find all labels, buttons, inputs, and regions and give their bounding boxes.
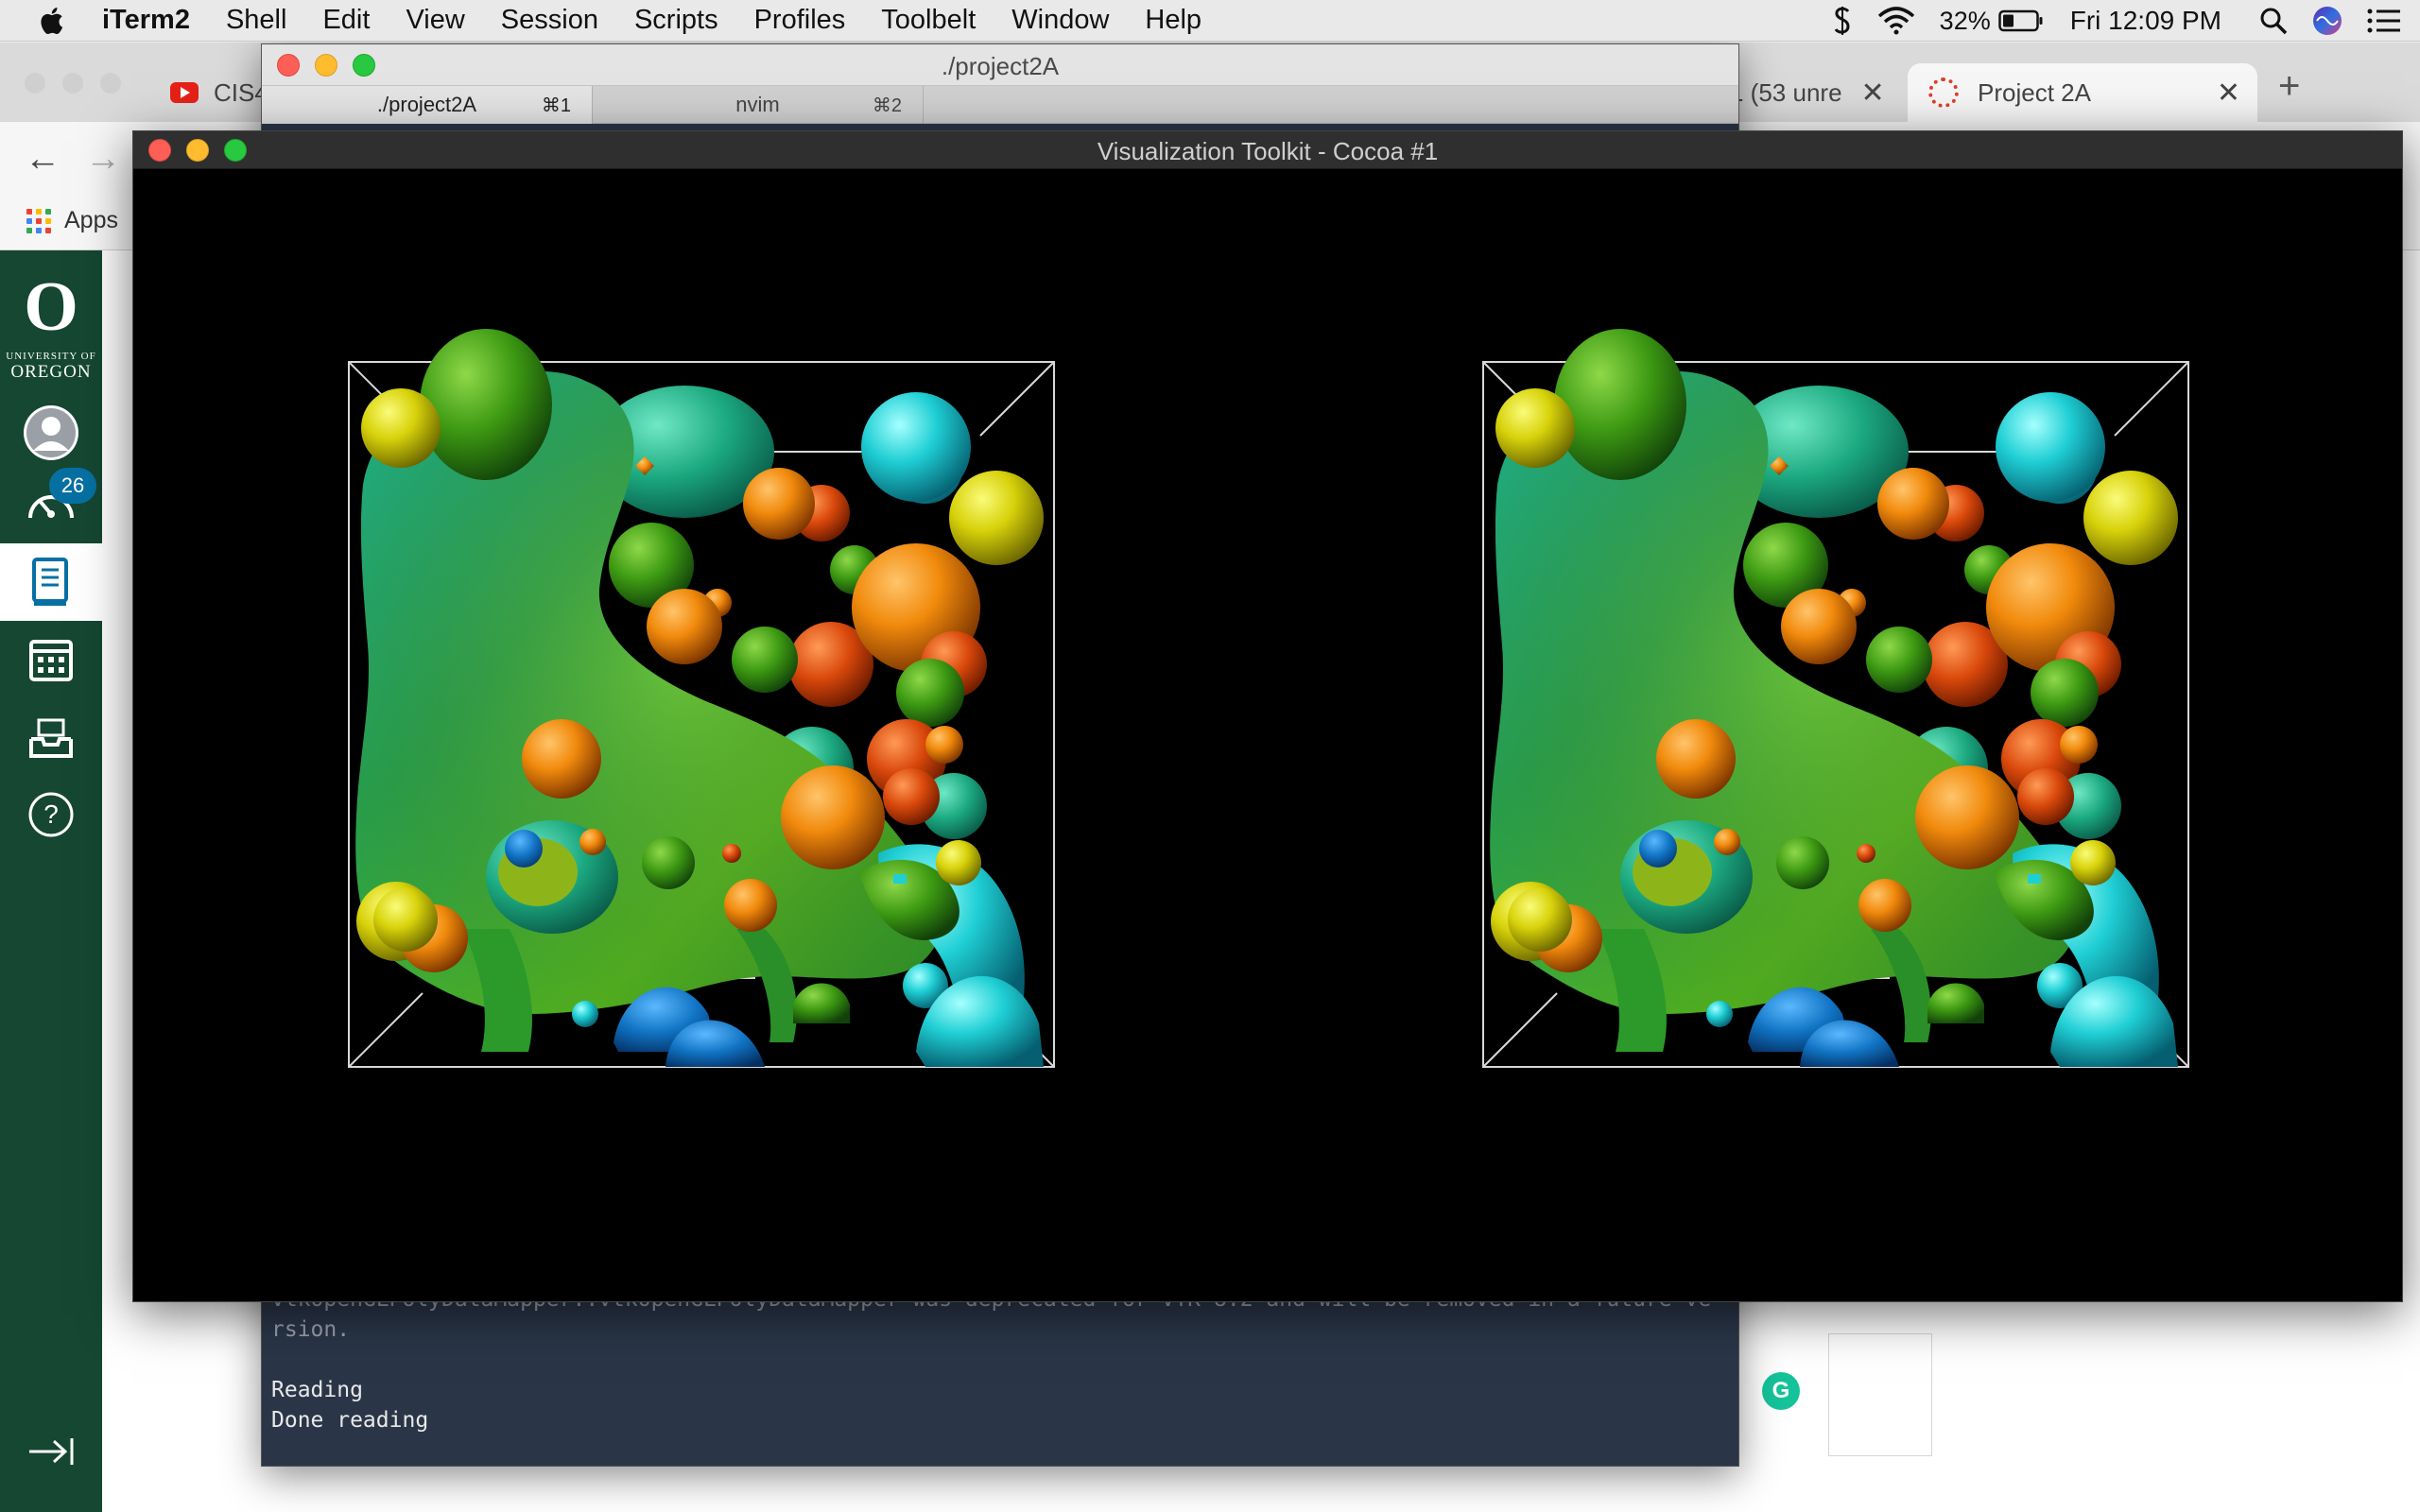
courses-book-icon <box>32 558 68 606</box>
tab-shortcut: ⌘2 <box>872 94 902 116</box>
canvas-logo-icon <box>1928 77 1959 108</box>
menu-scripts[interactable]: Scripts <box>634 5 718 36</box>
spotlight-icon[interactable] <box>2259 7 2288 35</box>
battery-icon[interactable] <box>1997 9 2044 32</box>
macos-menu-bar: iTerm2 Shell Edit View Session Scripts P… <box>0 0 2420 42</box>
apps-bookmark[interactable]: Apps <box>26 207 118 234</box>
editor-panel <box>1828 1333 1932 1456</box>
apps-bookmark-label: Apps <box>64 207 118 233</box>
youtube-icon <box>170 82 199 103</box>
vtk-window-title: Visualization Toolkit - Cocoa #1 <box>1097 137 1439 165</box>
nav-collapse[interactable] <box>0 1413 102 1490</box>
back-button[interactable]: ← <box>25 139 60 180</box>
forward-button[interactable]: → <box>85 139 121 180</box>
iterm-window-title: ./project2A <box>941 52 1060 80</box>
avatar-icon <box>24 405 78 460</box>
close-tab-icon[interactable]: ✕ <box>2217 77 2240 110</box>
university-of-oregon-logo[interactable]: O UNIVERSITY OF OREGON <box>0 269 102 383</box>
notification-center-icon[interactable] <box>2367 8 2401 34</box>
iterm-tab-nvim[interactable]: nvim ⌘2 <box>593 86 924 124</box>
browser-tab-title: Project 2A <box>1978 77 2091 107</box>
vtk-render-window: Visualization Toolkit - Cocoa #1 <box>132 130 2403 1302</box>
menu-app-name[interactable]: iTerm2 <box>102 5 190 36</box>
nav-help[interactable]: ? <box>0 776 102 853</box>
wifi-icon[interactable] <box>1877 7 1915 35</box>
iterm-titlebar[interactable]: ./project2A <box>262 44 1738 86</box>
menu-help[interactable]: Help <box>1145 5 1201 36</box>
close-tab-icon[interactable]: ✕ <box>1861 77 1885 110</box>
new-tab-button[interactable]: + <box>2278 65 2300 108</box>
calendar-icon <box>29 640 73 681</box>
browser-tab-mail[interactable]: 1 (53 unre ✕ <box>1730 63 1910 122</box>
collapse-nav-icon <box>29 1438 74 1465</box>
terminal-line: Reading <box>271 1378 363 1402</box>
inbox-unread-badge: 26 <box>49 468 96 504</box>
vtk-titlebar[interactable]: Visualization Toolkit - Cocoa #1 <box>133 131 2402 169</box>
nav-account[interactable] <box>0 394 102 472</box>
menu-profiles[interactable]: Profiles <box>754 5 846 36</box>
menu-toolbelt[interactable]: Toolbelt <box>881 5 976 36</box>
iterm-tab-project2a[interactable]: ./project2A ⌘1 <box>262 86 593 124</box>
menu-bar-status-area: 32% Fri 12:09 PM <box>1807 0 2420 42</box>
menu-window[interactable]: Window <box>1011 5 1109 36</box>
iterm-tab-bar: ./project2A ⌘1 nvim ⌘2 <box>262 86 1738 124</box>
help-icon: ? <box>28 792 74 837</box>
apps-grid-icon <box>26 208 51 233</box>
browser-tab-project-2a[interactable]: Project 2A ✕ <box>1908 63 2257 122</box>
canvas-global-nav: O UNIVERSITY OF OREGON ? <box>0 250 102 1512</box>
inbox-icon <box>29 718 73 758</box>
terminal-output[interactable]: vtkOpenGLPolyDataMapper::vtkOpenGLPolyDa… <box>271 1284 1727 1435</box>
nav-inbox[interactable] <box>0 698 102 776</box>
svg-text:?: ? <box>43 799 59 829</box>
menu-bar-clock[interactable]: Fri 12:09 PM <box>2070 6 2221 36</box>
browser-tab-title: 1 (53 unre <box>1730 77 1842 107</box>
browser-window-controls <box>25 73 138 98</box>
menu-view[interactable]: View <box>406 5 464 36</box>
battery-percent: 32% <box>1939 6 1991 35</box>
scrivener-icon[interactable] <box>1832 6 1853 36</box>
nav-calendar[interactable] <box>0 621 102 698</box>
logo-line2: OREGON <box>10 362 92 382</box>
menu-shell[interactable]: Shell <box>226 5 287 36</box>
nav-courses[interactable] <box>0 543 102 621</box>
menu-edit[interactable]: Edit <box>322 5 370 36</box>
vtk-render-canvas[interactable] <box>133 169 2402 1301</box>
menu-session[interactable]: Session <box>501 5 598 36</box>
siri-icon[interactable] <box>2312 6 2342 36</box>
tab-shortcut: ⌘1 <box>541 94 571 116</box>
apple-menu-icon[interactable] <box>36 4 70 38</box>
logo-line1: UNIVERSITY OF <box>6 351 96 362</box>
terminal-line: rsion. <box>271 1317 351 1342</box>
grammarly-icon[interactable]: G <box>1762 1372 1800 1410</box>
browser-tab-youtube[interactable]: CIS4 <box>170 63 268 122</box>
terminal-line: Done reading <box>271 1408 429 1433</box>
logo-letter: O <box>24 268 78 346</box>
